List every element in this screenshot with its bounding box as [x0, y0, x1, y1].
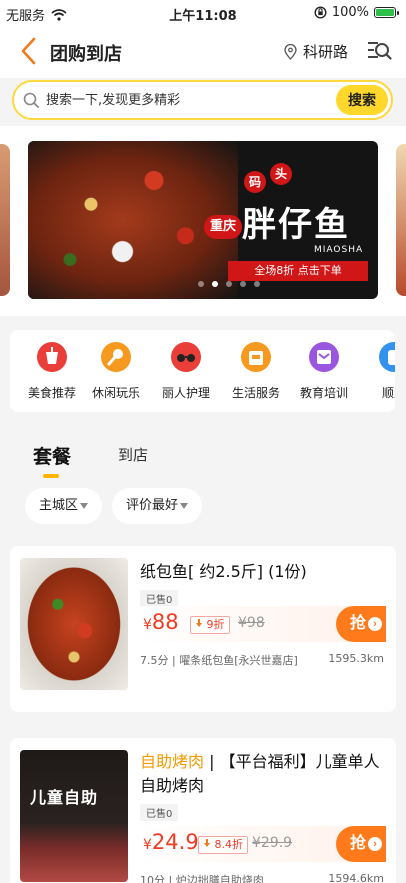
category-label: 教育培训 — [299, 386, 348, 400]
deal-thumbnail[interactable]: 儿童自助 — [20, 750, 128, 882]
grab-button[interactable]: 抢 › — [336, 826, 386, 862]
search-input[interactable] — [46, 88, 316, 112]
price-symbol: ¥ — [143, 617, 152, 633]
location-pin-icon — [284, 43, 297, 60]
discount-label: 9折 — [206, 618, 225, 631]
chevron-right-icon: › — [368, 836, 382, 851]
down-arrow-icon — [196, 619, 202, 627]
banner-offer: 全场8折 点击下单 — [228, 261, 368, 281]
location-label: 科研路 — [302, 43, 348, 61]
back-icon[interactable] — [18, 36, 40, 66]
dropdown-triangle-icon — [80, 502, 89, 509]
category-label: 顺风 — [381, 386, 395, 400]
banner-slide[interactable]: 码 头 重庆 胖仔鱼 MIAOSHA 全场8折 点击下单 — [28, 141, 378, 299]
nav-header: 团购到店 科研路 — [0, 26, 406, 78]
banner-prev-peek[interactable] — [0, 144, 10, 296]
status-bar: 无服务 上午11:08 100% — [0, 0, 406, 26]
category-label: 生活服务 — [231, 386, 280, 400]
category-item[interactable]: 丽人护理 — [156, 342, 216, 401]
deal-card[interactable]: 儿童自助 自助烤肉 | 【平台福利】儿童单人自助烤肉 已售0 ¥24.9 8.4… — [10, 738, 396, 883]
status-right: 100% — [314, 5, 399, 20]
category-item[interactable]: 顺风 — [364, 342, 395, 401]
dropdown-triangle-icon — [180, 502, 189, 509]
deal-discount: 9折 — [190, 616, 230, 634]
microphone-icon — [101, 342, 131, 372]
carousel-dot[interactable] — [254, 281, 260, 287]
cup-icon — [37, 342, 67, 372]
car-icon — [379, 342, 395, 372]
deal-discount: 8.4折 — [198, 836, 248, 854]
grab-button[interactable]: 抢 › — [336, 606, 386, 642]
deal-tabs: 套餐 到店 — [0, 430, 406, 478]
thumbnail-caption: 儿童自助 — [30, 788, 99, 807]
category-item[interactable]: 生活服务 — [226, 342, 286, 401]
filter-bar: 主城区 评价最好 — [0, 488, 406, 526]
deal-distance: 1594.6km — [328, 872, 384, 883]
search-bar: 搜索 — [12, 80, 393, 120]
deal-sold: 已售0 — [140, 804, 179, 821]
discount-label: 8.4折 — [214, 838, 244, 851]
carousel-dot[interactable] — [212, 281, 218, 287]
deal-price: ¥24.9 — [143, 830, 199, 854]
page-title: 团购到店 — [50, 44, 122, 65]
category-item[interactable]: 教育培训 — [294, 342, 354, 401]
category-item[interactable]: 美食推荐 — [22, 342, 82, 401]
carousel-dot[interactable] — [240, 281, 246, 287]
banner-city: 重庆 — [204, 215, 242, 239]
category-grid: 美食推荐 休闲玩乐 丽人护理 生活服务 教育培训 顺风 — [10, 330, 395, 412]
deal-meta: 7.5分 | 嚁条纸包鱼[永兴世嘉店] — [140, 654, 298, 667]
category-label: 丽人护理 — [161, 386, 210, 400]
glasses-icon — [171, 342, 201, 372]
price-value: 88 — [151, 610, 179, 634]
banner-english-name: MIAOSHA — [314, 245, 364, 255]
category-label: 休闲玩乐 — [91, 386, 140, 400]
tab-in-store[interactable]: 到店 — [118, 444, 148, 465]
grab-label: 抢 — [349, 615, 366, 632]
carousel-dots — [198, 281, 260, 287]
category-label: 美食推荐 — [27, 386, 76, 400]
deal-distance: 1595.3km — [328, 652, 384, 665]
banner-next-peek[interactable] — [396, 144, 406, 296]
tab-package[interactable]: 套餐 — [33, 442, 71, 469]
carousel-dot[interactable] — [198, 281, 204, 287]
filter-district[interactable]: 主城区 — [25, 488, 103, 524]
carousel-dot[interactable] — [226, 281, 232, 287]
down-arrow-icon — [204, 839, 210, 847]
orientation-lock-icon — [314, 6, 327, 19]
deal-title: 自助烤肉 | 【平台福利】儿童单人自助烤肉 — [140, 750, 386, 798]
battery-percent: 100% — [331, 5, 369, 20]
chevron-right-icon: › — [368, 616, 382, 631]
book-icon — [309, 342, 339, 372]
filter-label: 主城区 — [39, 498, 79, 513]
deal-original-price: ¥29.9 — [252, 835, 293, 851]
deal-price-row: ¥24.9 8.4折 ¥29.9 抢 › — [140, 826, 386, 862]
banner-brand-name: 胖仔鱼 — [242, 205, 350, 245]
tab-active-indicator — [43, 474, 59, 478]
deal-card[interactable]: 纸包鱼[ 约2.5斤] (1份) 已售0 ¥88 9折 ¥98 抢 › 7.5分 … — [10, 546, 396, 712]
deal-meta: 10分 | 炉边拙膳自助烧肉 — [140, 874, 264, 883]
deal-sold: 已售0 — [140, 590, 179, 607]
home-service-icon — [241, 342, 271, 372]
location-selector[interactable]: 科研路 — [284, 41, 348, 62]
banner-badge: 码 — [244, 171, 266, 193]
deal-price: ¥88 — [143, 610, 179, 634]
battery-icon — [374, 7, 399, 18]
price-symbol: ¥ — [143, 837, 152, 853]
deal-category-highlight: 自助烤肉 — [140, 752, 205, 771]
search-icon — [23, 92, 39, 108]
banner-badge: 头 — [270, 163, 292, 185]
filter-label: 评价最好 — [126, 498, 179, 513]
category-item[interactable]: 休闲玩乐 — [86, 342, 146, 401]
search-button[interactable]: 搜索 — [336, 85, 388, 115]
grab-label: 抢 — [349, 835, 366, 852]
price-value: 24.9 — [151, 830, 199, 854]
deal-original-price: ¥98 — [238, 615, 265, 631]
deal-thumbnail[interactable] — [20, 558, 128, 690]
banner-carousel[interactable]: 码 头 重庆 胖仔鱼 MIAOSHA 全场8折 点击下单 — [0, 126, 406, 316]
deal-price-row: ¥88 9折 ¥98 抢 › — [140, 606, 386, 642]
deal-title: 纸包鱼[ 约2.5斤] (1份) — [140, 562, 307, 581]
filter-sort[interactable]: 评价最好 — [112, 488, 203, 524]
search-list-icon[interactable] — [366, 38, 392, 64]
